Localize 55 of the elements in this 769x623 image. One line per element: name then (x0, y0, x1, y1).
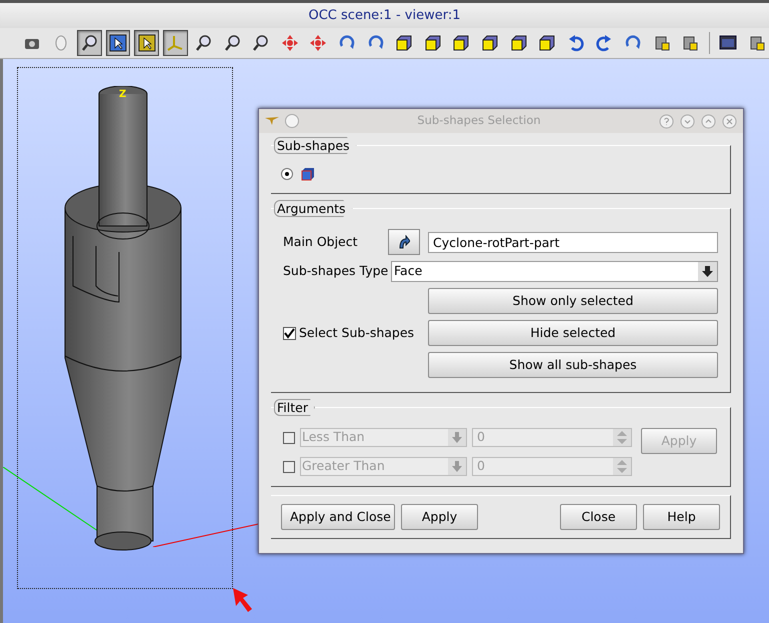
dialog-title: Sub-shapes Selection (416, 112, 542, 130)
push-button[interactable]: Show only selected (428, 288, 718, 314)
axis-label: Z (119, 88, 126, 102)
cube-icon (481, 34, 500, 52)
group-title: Arguments (274, 200, 353, 217)
push-button[interactable]: Apply and Close (281, 504, 395, 530)
main-object-field[interactable]: Cyclone-rotPart-part (428, 232, 718, 252)
window-title: OCC scene:1 - viewer:1 (308, 6, 460, 25)
axes-icon (166, 34, 184, 52)
spin-arrows-icon (613, 458, 631, 475)
select-subshapes-checkbox[interactable]: Select Sub-shapes (283, 324, 428, 342)
dropdown-value: Face (393, 262, 424, 280)
arrows-icon (309, 34, 328, 52)
type-dropdown[interactable]: Face (391, 261, 718, 282)
undo-icon (566, 34, 585, 52)
cube-icon (424, 34, 442, 52)
radio-button[interactable] (281, 168, 293, 180)
tool-icon (748, 34, 766, 52)
cursor-icon (109, 34, 128, 52)
tool-icon (652, 34, 671, 52)
cube-icon (395, 34, 414, 52)
select-object-button[interactable] (388, 229, 420, 255)
dropdown-value: Greater Than (301, 457, 386, 476)
field-label: Sub-shapes Type (283, 262, 390, 280)
tool-icon (681, 34, 700, 52)
toolbar-button[interactable] (134, 30, 160, 56)
push-button[interactable]: Help (643, 504, 720, 530)
spin-arrows-icon (613, 429, 631, 446)
push-button[interactable]: Close (560, 504, 637, 530)
magnifier-icon (80, 34, 99, 52)
toolbar-button[interactable] (77, 30, 102, 56)
push-button[interactable]: Apply (401, 504, 478, 530)
arrows-icon (280, 34, 299, 52)
field-label: Main Object (283, 232, 359, 251)
cube-icon (538, 34, 556, 52)
cube-icon (452, 34, 470, 52)
group-title: Filter (274, 399, 315, 416)
dropdown-value: Less Than (301, 428, 366, 446)
magnifier-icon (194, 34, 213, 52)
push-button[interactable]: Hide selected (428, 320, 718, 346)
checkmark-icon (284, 328, 295, 338)
group-title: Sub-shapes (274, 137, 357, 154)
spinbox-value: 0 (476, 457, 486, 476)
cube-icon (510, 34, 528, 52)
bird-icon (265, 117, 279, 125)
cursor-icon (138, 34, 156, 52)
redo-icon (595, 34, 614, 52)
toolbar-button[interactable] (106, 30, 130, 56)
curved-arrow-icon (398, 235, 410, 249)
magnifier-icon (252, 34, 270, 52)
push-button[interactable]: Show all sub-shapes (428, 352, 718, 378)
monitor-icon (718, 34, 737, 52)
spinbox-value: 0 (476, 428, 486, 446)
cube-icon (301, 166, 315, 180)
magnifier-icon (224, 34, 242, 52)
